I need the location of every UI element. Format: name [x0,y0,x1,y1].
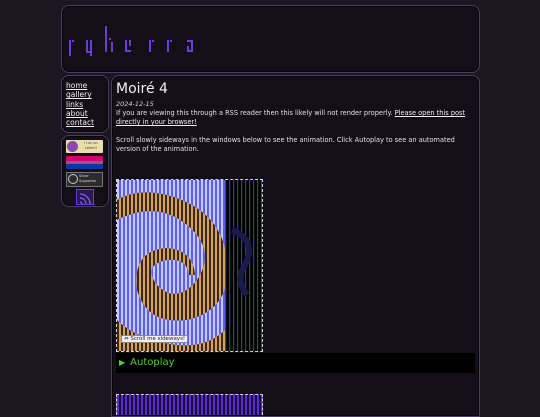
silver-supporter-badge[interactable]: Silver Supporter [66,172,103,187]
site-logo[interactable] [67,20,257,60]
rss-icon[interactable] [76,189,94,205]
scroll-hint-text: Scroll me sideways! [130,336,186,342]
nav-item-links[interactable]: links [66,100,108,109]
nav-item-gallery[interactable]: gallery [66,90,108,99]
silver-supporter-text: Silver Supporter [79,174,97,183]
nav-link-gallery[interactable]: gallery [66,90,92,99]
nav-link-links[interactable]: links [66,100,83,109]
sidebar-nav: home gallery links about contact [61,75,109,133]
post-content: Moiré 4 2024-12-15 If you are viewing th… [111,75,480,417]
nav-link-home[interactable]: home [66,81,87,90]
coffee-badge[interactable]: I run on cofee!! [66,140,103,153]
autoplay-button[interactable]: ▶ Autoplay [116,353,475,373]
play-triangle-icon: ▶ [119,358,126,367]
post-date: 2024-12-15 [116,100,154,108]
nav-link-about[interactable]: about [66,109,88,118]
coffee-icon [67,141,78,152]
rss-notice: If you are viewing this through a RSS re… [116,109,476,127]
nav-item-home[interactable]: home [66,81,108,90]
nav-item-contact[interactable]: contact [66,118,108,127]
badge-panel: I run on cofee!! Silver Supporter [61,135,109,207]
ring-icon [68,174,78,184]
autoplay-label: Autoplay [130,357,175,368]
scroll-hint-label: ⇔ Scroll me sideways! [121,335,189,343]
coffee-badge-text: I run on cofee!! [84,141,98,150]
site-header [61,5,480,73]
moire-animation-viewer[interactable]: ⇔ Scroll me sideways! [116,179,263,352]
bi-pride-flag-badge[interactable] [66,156,103,169]
nav-link-contact[interactable]: contact [66,118,94,127]
moire-pattern-image [117,180,262,351]
nav-item-about[interactable]: about [66,109,108,118]
instructions-text: Scroll slowly sideways in the windows be… [116,136,455,153]
post-title: Moiré 4 [116,81,168,97]
rss-notice-text: If you are viewing this through a RSS re… [116,109,395,117]
